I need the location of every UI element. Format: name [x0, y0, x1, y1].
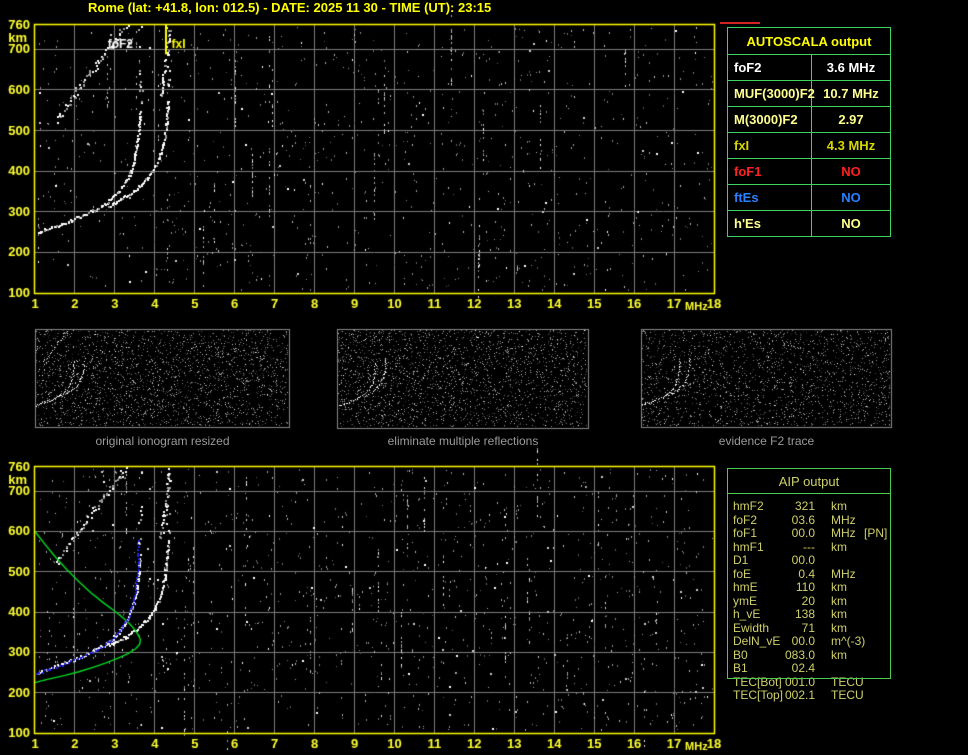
autoscala-row-value: NO — [841, 216, 861, 231]
aip-row-label: B1 — [733, 661, 748, 675]
aip-row-label: hmF1 — [733, 539, 764, 554]
aip-row-d1: D1 00.0 — [727, 553, 891, 568]
autoscala-row-ftes: ftEs NO — [728, 185, 890, 211]
autoscala-row-label: M(3000)F2 — [728, 107, 812, 132]
aip-row-unit: MHz — [831, 566, 856, 581]
aip-row-hme: hmE 110 km — [727, 580, 891, 595]
autoscala-row-value: NO — [841, 164, 861, 179]
aip-row-value: 20 — [801, 593, 815, 608]
thumbnail-caption-evidence: evidence F2 trace — [718, 434, 815, 448]
aip-row-fof2: foF2 03.6 MHz — [727, 512, 891, 528]
aip-row-delnve: DelN_vE 00.0 m^(-3) — [727, 634, 891, 649]
autoscala-row-muf3000f2: MUF(3000)F2 10.7 MHz — [728, 81, 890, 107]
thumbnail-caption-eliminate: eliminate multiple reflections — [387, 434, 539, 448]
aip-row-unit: km — [831, 580, 847, 594]
aip-row-label: h_vE — [733, 607, 761, 621]
autoscala-row-fof1: foF1 NO — [728, 159, 890, 185]
aip-row-fof1: foF1 00.0 MHz [PN] — [727, 526, 891, 541]
aip-row-unit: TECU — [831, 674, 864, 689]
aip-row-unit: MHz — [831, 512, 856, 527]
autoscala-screen: Rome (lat: +41.8, lon: 012.5) - DATE: 20… — [0, 0, 968, 755]
autoscala-row-fof2: foF2 3.6 MHz — [728, 55, 890, 81]
aip-row-value: 03.6 — [791, 512, 815, 527]
aip-row-unit: MHz — [831, 526, 856, 540]
aip-row-foe: foE 0.4 MHz — [727, 566, 891, 582]
aip-table-header: AIP output — [778, 474, 840, 489]
aip-row-label: foF1 — [733, 526, 758, 540]
autoscala-row-fxi: fxI 4.3 MHz — [728, 133, 890, 159]
aip-header-divider — [727, 493, 891, 494]
aip-row-unit: km — [831, 607, 847, 621]
aip-row-tecbot: TEC[Bot] 001.0 TECU — [727, 674, 891, 690]
aip-row-b1: B1 02.4 — [727, 661, 891, 676]
autoscala-row-label: MUF(3000)F2 — [728, 81, 815, 106]
page-title: Rome (lat: +41.8, lon: 012.5) - DATE: 20… — [88, 0, 492, 15]
aip-row-hmf2: hmF2 321 km — [727, 499, 891, 514]
aip-row-value: 001.0 — [784, 674, 815, 689]
aip-row-value: 002.1 — [784, 688, 815, 702]
aip-row-label: hmE — [733, 580, 758, 594]
autoscala-table-header: AUTOSCALA output — [728, 28, 890, 55]
autoscala-row-label: fxI — [728, 133, 812, 158]
aip-row-label: D1 — [733, 553, 749, 567]
aip-row-hve: h_vE 138 km — [727, 607, 891, 622]
autoscala-row-value: NO — [841, 190, 861, 205]
aip-row-value: 00.0 — [791, 634, 815, 648]
aip-row-b0: B0 083.0 km — [727, 647, 891, 663]
autoscala-row-value: 4.3 MHz — [826, 138, 876, 153]
autoscala-row-value: 2.97 — [838, 112, 864, 127]
autoscala-row-value: 3.6 MHz — [826, 60, 876, 75]
aip-row-unit: km — [831, 499, 847, 513]
aip-row-unit: km — [831, 620, 847, 635]
aip-row-tectop: TEC[Top] 002.1 TECU — [727, 688, 891, 703]
aip-row-unit: km — [831, 647, 847, 662]
aip-row-yme: ymE 20 km — [727, 593, 891, 609]
autoscala-output-table: AUTOSCALA output foF2 3.6 MHz MUF(3000)F2 1… — [727, 27, 891, 237]
thumbnail-caption-original: original ionogram resized — [95, 434, 230, 448]
aip-row-hmf1: hmF1 --- km — [727, 539, 891, 555]
aip-row-value: 138 — [794, 607, 815, 621]
aip-row-value: 083.0 — [784, 647, 815, 662]
aip-row-label: B0 — [733, 647, 748, 662]
aip-row-value: 110 — [795, 580, 815, 594]
aip-row-unit: TECU — [831, 688, 864, 702]
aip-row-unit: km — [831, 593, 847, 608]
aip-row-note: [PN] — [864, 526, 888, 540]
artifact-line — [720, 22, 760, 24]
aip-row-value: 71 — [801, 620, 815, 635]
autoscala-table-rows: foF2 3.6 MHz MUF(3000)F2 10.7 MHz M(3000)F2 2… — [728, 55, 890, 236]
aip-row-value: 00.0 — [791, 526, 815, 540]
autoscala-row-label: foF1 — [728, 159, 812, 184]
aip-table-rows: hmF2 321 km foF2 03.6 MHz foF1 00.0 MHz [PN] hmF1 -… — [727, 499, 891, 703]
aip-row-value: 321 — [794, 499, 815, 513]
aip-row-label: hmF2 — [733, 499, 764, 513]
aip-row-value: 0.4 — [798, 566, 815, 581]
aip-row-label: foF2 — [733, 512, 758, 527]
aip-row-value: 00.0 — [791, 553, 815, 567]
aip-row-value: --- — [803, 539, 815, 554]
autoscala-row-label: h'Es — [728, 211, 812, 236]
aip-row-label: ymE — [733, 593, 757, 608]
autoscala-row-m3000f2: M(3000)F2 2.97 — [728, 107, 890, 133]
aip-row-value: 02.4 — [791, 661, 815, 675]
autoscala-row-label: foF2 — [728, 55, 812, 80]
aip-output-table: AIP output hmF2 321 km foF2 03.6 MHz foF1 00.0 M… — [727, 468, 891, 702]
aip-row-ewidth: Ewidth 71 km — [727, 620, 891, 636]
autoscala-row-value: 10.7 MHz — [823, 86, 879, 101]
autoscala-row-label: ftEs — [728, 185, 812, 210]
aip-row-label: foE — [733, 566, 752, 581]
autoscala-row-hes: h'Es NO — [728, 211, 890, 236]
aip-row-unit: km — [831, 539, 847, 554]
aip-row-unit: m^(-3) — [831, 634, 866, 648]
